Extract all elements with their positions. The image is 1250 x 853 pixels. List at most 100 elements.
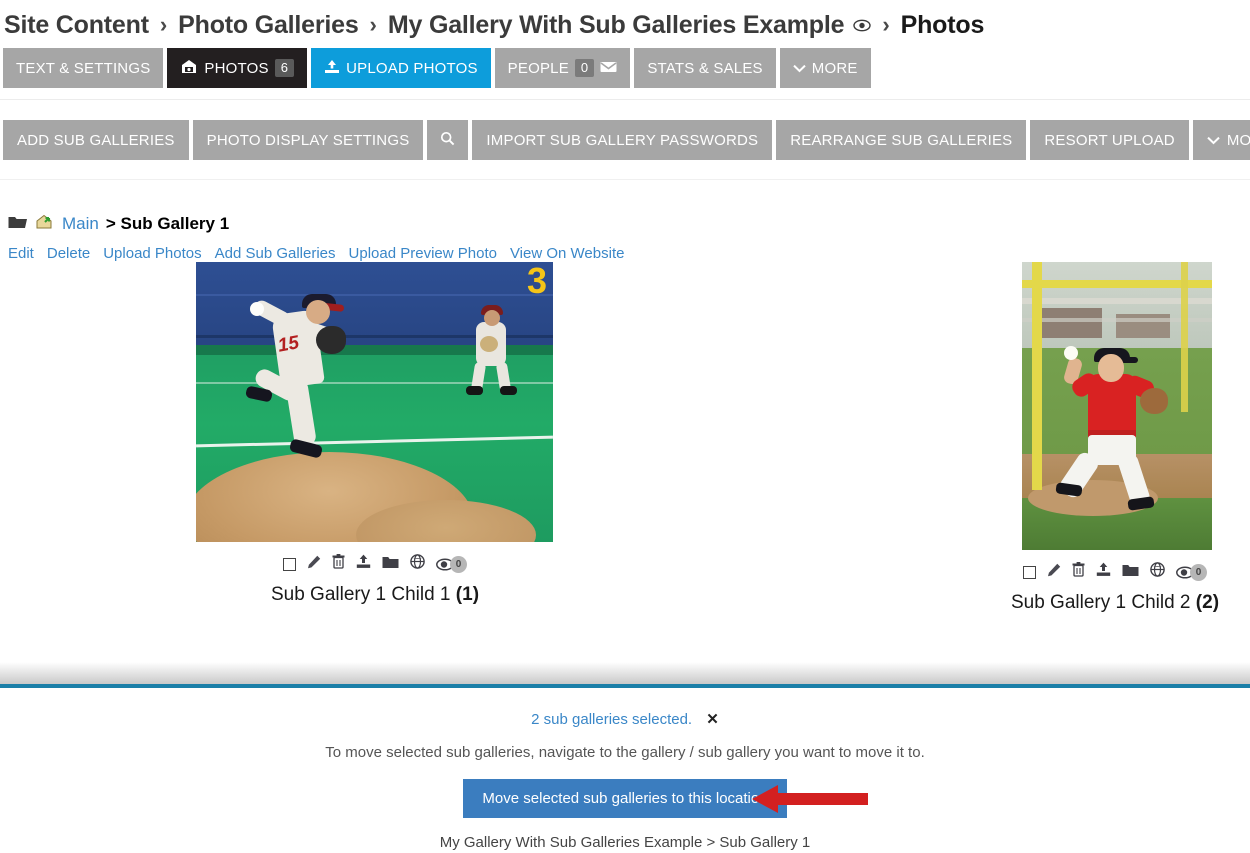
caption-text: Sub Gallery 1 Child 2	[1010, 592, 1191, 613]
select-checkbox[interactable]	[283, 557, 296, 571]
tab-label: PEOPLE	[507, 59, 569, 77]
gallery-path-tail: > Sub Gallery 1	[105, 214, 230, 233]
button-label: REARRANGE SUB GALLERIES	[790, 131, 1013, 149]
import-sub-gallery-passwords-button[interactable]: IMPORT SUB GALLERY PASSWORDS	[472, 120, 773, 160]
globe-icon[interactable]	[410, 554, 425, 574]
tab-stats-and-sales[interactable]: STATS & SALES	[634, 48, 776, 88]
thumbnail-caption: Sub Gallery 1 Child 2 (2)	[980, 592, 1250, 614]
breadcrumb-separator: ›	[882, 12, 890, 37]
move-selected-button[interactable]: Move selected sub galleries to this loca…	[463, 779, 787, 818]
photo-display-settings-button[interactable]: PHOTO DISPLAY SETTINGS	[192, 120, 424, 160]
action-more-button[interactable]: MORE	[1192, 120, 1250, 160]
eye-views-indicator[interactable]: 0	[436, 555, 467, 573]
link-delete[interactable]: Delete	[47, 245, 90, 262]
resort-upload-button[interactable]: RESORT UPLOAD	[1030, 120, 1189, 160]
action-button-bar: ADD SUB GALLERIES PHOTO DISPLAY SETTINGS…	[0, 120, 1250, 160]
link-add-sub-galleries[interactable]: Add Sub Galleries	[215, 245, 336, 262]
thumbnail-icon-bar: 0	[196, 554, 554, 574]
link-upload-photos[interactable]: Upload Photos	[103, 245, 201, 262]
selection-status: 2 sub galleries selected. ✕	[0, 710, 1250, 728]
edit-pencil-icon[interactable]	[307, 555, 321, 574]
button-label: MORE	[1226, 131, 1250, 149]
caption-number: (2)	[1195, 592, 1220, 613]
caption-text: Sub Gallery 1 Child 1	[270, 584, 451, 605]
breadcrumb-separator: ›	[369, 12, 377, 37]
thumbnail-icon-bar: 0	[980, 562, 1250, 582]
photo-icon	[180, 59, 198, 78]
selection-count-text[interactable]: 2 sub galleries selected.	[531, 711, 692, 728]
envelope-icon	[600, 60, 617, 77]
search-button[interactable]	[427, 120, 469, 160]
link-view-on-website[interactable]: View On Website	[510, 245, 625, 262]
breadcrumb-item-site-content[interactable]: Site Content	[4, 11, 149, 40]
gallery-path-root-link[interactable]: Main	[62, 214, 99, 234]
tab-label: TEXT & SETTINGS	[16, 59, 151, 77]
breadcrumb-item-gallery-name[interactable]: My Gallery With Sub Galleries Example	[388, 11, 845, 40]
close-icon[interactable]: ✕	[706, 711, 719, 728]
view-count-badge: 0	[1190, 563, 1207, 581]
rearrange-sub-galleries-button[interactable]: REARRANGE SUB GALLERIES	[776, 120, 1027, 160]
add-sub-galleries-button[interactable]: ADD SUB GALLERIES	[3, 120, 189, 160]
caption-number: (1)	[455, 584, 480, 605]
stadium-number-3: 3	[526, 262, 547, 301]
globe-icon[interactable]	[1150, 562, 1165, 582]
edit-pencil-icon[interactable]	[1047, 563, 1061, 582]
divider-line-top	[0, 99, 1250, 100]
house-green-arrow-icon[interactable]	[35, 213, 55, 235]
tab-label: STATS & SALES	[647, 59, 763, 77]
select-checkbox[interactable]	[1023, 565, 1036, 579]
search-icon	[440, 131, 455, 150]
thumbnail-image-1[interactable]: 3 15	[196, 262, 554, 542]
thumbnail-card: 3 15 0 Sub Gallery 1 Child 1 (1)	[196, 262, 554, 606]
breadcrumb: Site Content › Photo Galleries › My Gall…	[0, 0, 1250, 44]
button-label: IMPORT SUB GALLERY PASSWORDS	[486, 131, 759, 149]
link-upload-preview-photo[interactable]: Upload Preview Photo	[349, 245, 497, 262]
divider-line-mid	[0, 179, 1250, 180]
photo-youth-pitcher	[1022, 262, 1212, 550]
primary-tab-bar: TEXT & SETTINGS PHOTOS 6 UPLOAD PHOTOS P…	[0, 48, 1250, 88]
photo-baseball-pitcher: 3 15	[196, 262, 553, 542]
folder-icon[interactable]	[1122, 563, 1139, 582]
annotation-arrow-icon	[752, 783, 870, 820]
button-label: PHOTO DISPLAY SETTINGS	[206, 131, 410, 149]
folder-icon[interactable]	[382, 555, 399, 574]
open-folder-icon	[8, 214, 28, 234]
tab-photos[interactable]: PHOTOS 6	[167, 48, 308, 88]
tab-upload-photos[interactable]: UPLOAD PHOTOS	[311, 48, 491, 88]
chevron-down-icon	[793, 60, 806, 77]
button-label: ADD SUB GALLERIES	[17, 131, 175, 149]
destination-path-text: My Gallery With Sub Galleries Example > …	[439, 834, 811, 851]
breadcrumb-separator: ›	[159, 12, 168, 37]
upload-icon[interactable]	[356, 554, 371, 574]
breadcrumb-item-photos: Photos	[900, 10, 985, 39]
tab-label: MORE	[811, 59, 858, 77]
tab-more[interactable]: MORE	[779, 48, 871, 88]
gallery-action-links: Edit Delete Upload Photos Add Sub Galler…	[8, 245, 1250, 262]
panel-shadow	[0, 662, 1250, 684]
thumbnail-image-2[interactable]	[1022, 262, 1212, 550]
thumbnail-caption: Sub Gallery 1 Child 1 (1)	[196, 584, 554, 606]
breadcrumb-item-photo-galleries[interactable]: Photo Galleries	[178, 11, 359, 40]
tab-label: UPLOAD PHOTOS	[346, 59, 478, 77]
photos-count-badge: 6	[274, 59, 295, 77]
people-count-badge: 0	[574, 59, 595, 77]
move-selection-panel: 2 sub galleries selected. ✕ To move sele…	[0, 688, 1250, 853]
page-root: Site Content › Photo Galleries › My Gall…	[0, 0, 1250, 853]
gallery-path: Main > Sub Gallery 1	[8, 213, 1250, 235]
view-count-badge: 0	[450, 555, 467, 573]
chevron-down-icon	[1207, 132, 1220, 149]
delete-trash-icon[interactable]	[332, 554, 345, 574]
eye-views-indicator[interactable]: 0	[1176, 563, 1207, 581]
move-instruction-text: To move selected sub galleries, navigate…	[325, 744, 925, 761]
tab-people[interactable]: PEOPLE 0	[494, 48, 631, 88]
button-label: RESORT UPLOAD	[1044, 131, 1175, 149]
tab-text-and-settings[interactable]: TEXT & SETTINGS	[3, 48, 164, 88]
delete-trash-icon[interactable]	[1072, 562, 1085, 582]
tab-label: PHOTOS	[204, 59, 269, 77]
preview-eye-icon[interactable]	[853, 19, 872, 32]
thumbnail-grid: 3 15 0 Sub Gallery 1 Child 1 (1) 0 Sub G…	[0, 262, 1250, 652]
thumbnail-card: 0 Sub Gallery 1 Child 2 (2)	[980, 262, 1250, 614]
upload-icon[interactable]	[1096, 562, 1111, 582]
upload-icon	[324, 59, 340, 78]
link-edit[interactable]: Edit	[8, 245, 34, 262]
